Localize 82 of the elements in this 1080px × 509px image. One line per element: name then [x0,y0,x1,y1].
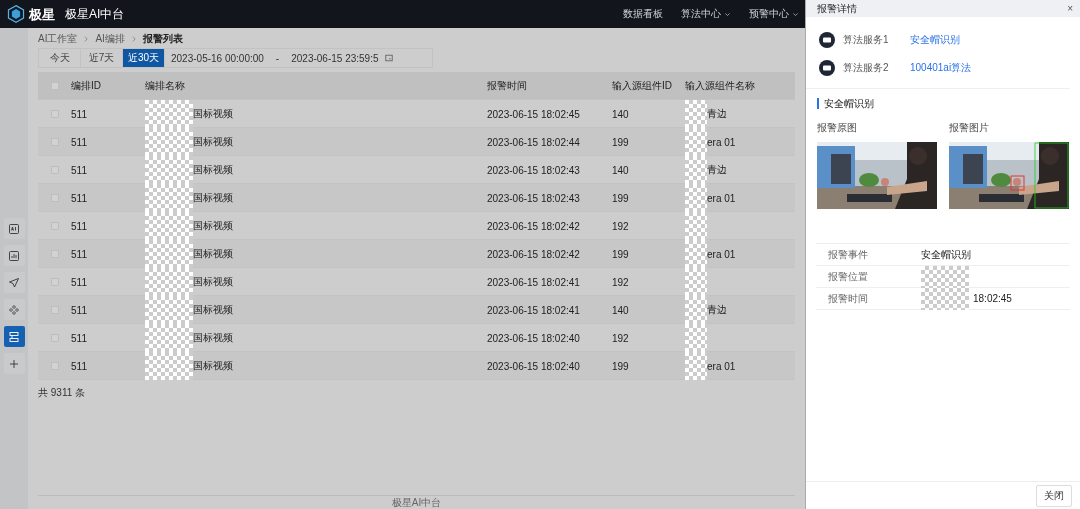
table-cell-text: 国标视频 [193,359,234,373]
service-label: 算法服务1 [843,33,890,47]
detail-value: 安全帽识别 [921,247,971,262]
table-cell-text: 青边 [707,163,728,177]
nav-item[interactable]: 算法中心 [681,7,731,21]
table-cell-text: 2023-06-15 18:02:42 [487,220,581,232]
detail-label: 报警位置 [827,269,869,284]
detail-value: 18:02:45 [973,293,1012,304]
nav-item[interactable]: 数据看板 [623,7,663,21]
nav-item[interactable]: 预警中心 [749,7,799,21]
service-link[interactable]: 安全帽识别 [910,33,960,47]
table-cell-text: era 01 [707,248,737,260]
section-title: 安全帽识别 [817,98,874,109]
table-cell-text: 140 [612,164,630,176]
table-cell-text: 国标视频 [193,163,234,177]
table-cell-text: 511 [71,136,88,148]
drawer-title: 报警详情 [817,1,857,16]
table-cell-text: 192 [612,220,630,232]
table-cell-text: 511 [71,332,88,344]
detail-label: 报警事件 [827,247,869,262]
table-cell-text: 国标视频 [193,191,234,205]
breadcrumb-item[interactable]: AI编排 [95,32,125,46]
close-button[interactable]: × [1067,3,1073,14]
date-separator: - [274,51,281,66]
breadcrumb-item[interactable]: 报警列表 [142,32,183,46]
table-cell-text: 国标视频 [193,303,234,317]
table-cell-text: 2023-06-15 18:02:40 [487,332,581,344]
table-cell-text: 140 [612,304,630,316]
table-cell-text: 511 [71,164,88,176]
table-cell-text: 国标视频 [193,135,234,149]
column-header: 编排名称 [145,78,186,93]
table-cell-text: 140 [612,108,630,120]
table-cell-text: 国标视频 [193,275,234,289]
breadcrumb-item[interactable]: AI工作室 [38,32,78,46]
table-cell-text: 511 [71,220,88,232]
column-header: 输入源组件名称 [685,78,756,93]
service-label: 算法服务2 [843,61,890,75]
table-cell-text: era 01 [707,360,737,372]
table-cell-text: era 01 [707,136,737,148]
service-link[interactable]: 100401ai算法 [910,61,972,75]
column-header: 输入源组件ID [612,78,673,93]
image-label: 报警图片 [949,121,990,135]
table-cell-text: 2023-06-15 18:02:43 [487,192,581,204]
table-cell-text: 511 [71,304,88,316]
table-cell-text: 2023-06-15 18:02:41 [487,304,581,316]
start-date[interactable]: 2023-05-16 00:00:00 [165,49,270,67]
footer-text: 极星AI中台 [391,497,442,509]
table-cell-text: 2023-06-15 18:02:44 [487,136,581,148]
total-count: 共 9311 条 [38,386,87,400]
table-cell-text: 511 [71,360,88,372]
close-button[interactable]: 关闭 [1036,484,1072,507]
logo-text: 极星 [29,7,55,21]
table-cell-text: 199 [612,136,630,148]
table-cell-text: 国标视频 [193,247,234,261]
table-cell-text: era 01 [707,192,737,204]
table-cell-text: 2023-06-15 18:02:42 [487,248,581,260]
table-cell-text: 2023-06-15 18:02:41 [487,276,581,288]
table-cell-text: 2023-06-15 18:02:45 [487,108,581,120]
table-cell-text: 199 [612,248,630,260]
table-cell-text: 199 [612,192,630,204]
table-cell-text: 192 [612,332,630,344]
column-header: 编排ID [71,78,102,93]
table-cell-text: 国标视频 [193,219,234,233]
table-cell-text: 国标视频 [193,331,234,345]
table-cell-text: 2023-06-15 18:02:43 [487,164,581,176]
range-tab[interactable]: 近30天 [123,49,165,67]
table-cell-text: 国标视频 [193,107,234,121]
table-cell-text: 青边 [707,303,728,317]
table-cell-text: 199 [612,360,630,372]
image-label: 报警原图 [817,121,858,135]
range-tab[interactable]: 今天 [39,49,81,67]
table-cell-text: 511 [71,248,88,260]
table-cell-text: 511 [71,192,88,204]
app-title: 极星AI中台 [65,5,125,23]
table-cell-text: 192 [612,276,630,288]
table-cell-text: 511 [71,108,88,120]
table-cell-text: 2023-06-15 18:02:40 [487,360,581,372]
table-cell-text: 青边 [707,107,728,121]
table-cell-text: 511 [71,276,88,288]
column-header: 报警时间 [487,78,528,93]
detail-label: 报警时间 [827,291,869,306]
end-date[interactable]: 2023-06-15 23:59:5 [285,49,385,67]
